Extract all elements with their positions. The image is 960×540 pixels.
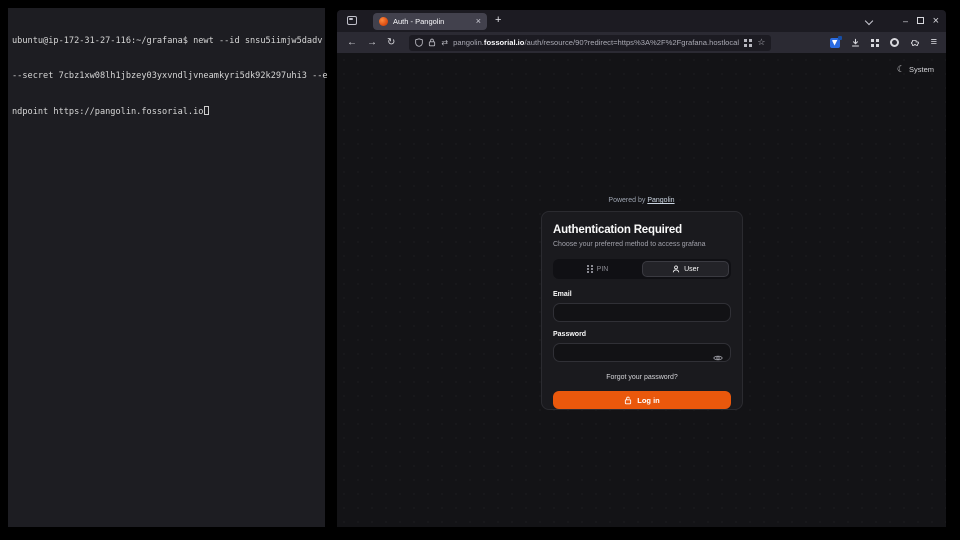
toolbar-extensions: ≡ <box>830 37 937 48</box>
password-field[interactable] <box>553 343 731 362</box>
auth-method-tabs: PIN User <box>553 259 731 279</box>
hamburger-menu-icon[interactable]: ≡ <box>931 37 937 48</box>
password-label: Password <box>553 331 731 338</box>
lock-icon[interactable] <box>428 38 436 47</box>
firefox-view-icon[interactable] <box>347 16 357 25</box>
theme-toggle[interactable]: ☾ System <box>897 65 934 74</box>
tab-user[interactable]: User <box>642 261 729 277</box>
privacy-ring-icon[interactable] <box>890 38 899 47</box>
shield-permissions-icon[interactable] <box>415 38 423 47</box>
pin-keypad-icon <box>587 265 593 273</box>
apps-grid-icon[interactable] <box>871 39 879 47</box>
maximize-button[interactable] <box>917 17 924 24</box>
forgot-password-link[interactable]: Forgot your password? <box>553 374 731 381</box>
terminal-line: ubuntu@ip-172-31-27-116:~/grafana$ newt … <box>12 36 322 48</box>
forward-button[interactable]: → <box>367 38 377 48</box>
moon-icon: ☾ <box>897 65 905 74</box>
login-button[interactable]: Log in <box>553 391 731 409</box>
card-title: Authentication Required <box>553 224 731 236</box>
new-tab-button[interactable]: + <box>495 14 501 26</box>
minimize-button[interactable]: – <box>903 15 908 27</box>
bookmark-star-icon[interactable]: ☆ <box>757 37 765 48</box>
terminal-output: ubuntu@ip-172-31-27-116:~/grafana$ newt … <box>8 8 325 142</box>
terminal-line: --secret 7cbz1xw08lh1jbzey03yxvndljvneam… <box>12 71 322 83</box>
blue-extension-icon[interactable] <box>830 38 840 48</box>
auth-card: Authentication Required Choose your pref… <box>541 211 743 410</box>
eye-icon <box>713 354 723 362</box>
extensions-puzzle-icon[interactable] <box>910 38 920 48</box>
terminal-window[interactable]: ubuntu@ip-172-31-27-116:~/grafana$ newt … <box>8 8 325 527</box>
pangolin-favicon-icon <box>379 17 388 26</box>
terminal-line: ndpoint https://pangolin.fossorial.io <box>12 106 322 119</box>
permissions-swap-icon[interactable]: ⇄ <box>441 38 448 47</box>
tab-title: Auth - Pangolin <box>393 17 471 26</box>
auth-page: ☾ System Powered by Pangolin Authenticat… <box>337 53 946 527</box>
login-button-label: Log in <box>637 396 660 405</box>
browser-window: Auth - Pangolin × + – × ← → ↻ ⇄ pangolin… <box>337 10 946 527</box>
show-password-button[interactable] <box>713 349 723 367</box>
reload-button[interactable]: ↻ <box>387 38 395 48</box>
list-all-tabs-chevron-icon[interactable] <box>865 17 873 25</box>
email-label: Email <box>553 291 731 298</box>
terminal-cursor <box>204 106 209 115</box>
browser-toolbar: ← → ↻ ⇄ pangolin.fossorial.io/auth/resou… <box>337 32 946 53</box>
back-button[interactable]: ← <box>347 38 357 48</box>
user-icon <box>672 265 680 273</box>
window-close-button[interactable]: × <box>933 15 939 27</box>
tab-auth-pangolin[interactable]: Auth - Pangolin × <box>373 13 487 30</box>
address-bar[interactable]: ⇄ pangolin.fossorial.io/auth/resource/90… <box>409 35 771 51</box>
page-actions-grid-icon[interactable] <box>744 39 752 47</box>
pangolin-link[interactable]: Pangolin <box>647 197 674 204</box>
email-field[interactable] <box>553 303 731 322</box>
powered-by: Powered by Pangolin <box>337 197 946 204</box>
downloads-icon[interactable] <box>851 38 860 48</box>
login-lock-icon <box>624 396 632 405</box>
card-subtitle: Choose your preferred method to access g… <box>553 241 731 248</box>
tab-close-icon[interactable]: × <box>476 17 481 26</box>
tab-pin[interactable]: PIN <box>555 261 640 277</box>
theme-toggle-label: System <box>909 65 934 74</box>
tab-strip: Auth - Pangolin × + – × <box>337 10 946 32</box>
url-text[interactable]: pangolin.fossorial.io/auth/resource/90?r… <box>453 38 739 47</box>
